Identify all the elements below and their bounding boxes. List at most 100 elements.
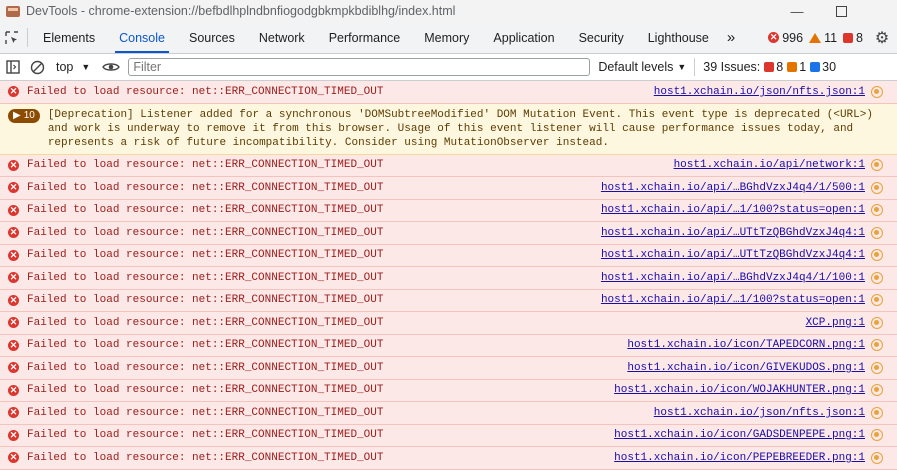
extension-source-icon (871, 384, 883, 397)
console-counters[interactable]: ✕ 996 11 8 (768, 22, 867, 53)
source-link[interactable]: host1.xchain.io/api/…1/100?status=open:1 (601, 294, 865, 306)
tab-label: Lighthouse (647, 30, 709, 45)
tab-application[interactable]: Application (481, 22, 566, 53)
warning-counter[interactable]: 11 (809, 31, 837, 45)
console-error-message[interactable]: ✕ Failed to load resource: net::ERR_CONN… (0, 312, 897, 335)
console-error-message[interactable]: ✕ Failed to load resource: net::ERR_CONN… (0, 447, 897, 470)
source-link[interactable]: host1.xchain.io/icon/TAPEDCORN.png:1 (627, 339, 865, 351)
tab-label: Sources (188, 30, 235, 45)
settings-gear-icon[interactable]: ⚙ (867, 22, 897, 53)
tab-performance[interactable]: Performance (317, 22, 413, 53)
warning-count: 11 (824, 30, 838, 45)
console-error-message[interactable]: ✕ Failed to load resource: net::ERR_CONN… (0, 222, 897, 245)
console-error-message[interactable]: ✕ Failed to load resource: net::ERR_CONN… (0, 402, 897, 425)
issues-counter[interactable]: 8 (843, 31, 863, 45)
inspect-element-icon[interactable] (0, 22, 24, 53)
more-tabs-icon: » (726, 29, 736, 46)
source-link[interactable]: host1.xchain.io/api/…BGhdVzxJ4q4/1/100:1 (601, 272, 865, 284)
console-error-message[interactable]: ✕ Failed to load resource: net::ERR_CONN… (0, 81, 897, 104)
error-icon: ✕ (8, 159, 19, 171)
sidebar-toggle-icon[interactable] (2, 56, 24, 78)
log-levels-dropdown[interactable]: Default levels ▼ (598, 58, 696, 76)
tab-label: Application (493, 30, 555, 45)
console-error-message[interactable]: ✕ Failed to load resource: net::ERR_CONN… (0, 379, 897, 402)
source-link[interactable]: host1.xchain.io/api/…1/100?status=open:1 (601, 204, 865, 216)
more-tabs-button[interactable]: » (721, 22, 741, 53)
tab-label: Security (578, 30, 624, 45)
source-link[interactable]: host1.xchain.io/api/…UTtTzQBGhdVzxJ4q4:1 (601, 249, 865, 261)
tabbar-divider (27, 28, 28, 47)
console-error-message[interactable]: ✕ Failed to load resource: net::ERR_CONN… (0, 334, 897, 357)
error-icon: ✕ (8, 317, 19, 329)
error-count: 996 (782, 30, 804, 45)
error-icon: ✕ (8, 86, 19, 98)
source-link[interactable]: host1.xchain.io/json/nfts.json:1 (654, 407, 865, 419)
extension-source-icon (871, 316, 883, 329)
tab-label: Elements (43, 30, 96, 45)
issues-label: 39 Issues: (703, 60, 761, 74)
issues-summary[interactable]: 39 Issues: 8 1 30 (695, 60, 836, 74)
message-text: Failed to load resource: net::ERR_CONNEC… (27, 159, 384, 172)
window-title: DevTools - chrome-extension://befbdlhpln… (26, 4, 456, 18)
console-warning-message[interactable]: ▶ 10 [Deprecation] Listener added for a … (0, 103, 897, 155)
console-error-message[interactable]: ✕ Failed to load resource: net::ERR_CONN… (0, 267, 897, 290)
message-text: Failed to load resource: net::ERR_CONNEC… (27, 384, 384, 397)
tab-security[interactable]: Security (567, 22, 636, 53)
tab-elements[interactable]: Elements (31, 22, 107, 53)
message-text: [Deprecation] Listener added for a synch… (47, 108, 873, 149)
live-expression-eye-icon[interactable] (100, 56, 122, 78)
tab-network[interactable]: Network (247, 22, 317, 53)
minimize-button[interactable]: — (777, 0, 817, 22)
source-link[interactable]: host1.xchain.io/icon/PEPEBREEDER.png:1 (614, 452, 865, 464)
console-error-message[interactable]: ✕ Failed to load resource: net::ERR_CONN… (0, 289, 897, 312)
message-text: Failed to load resource: net::ERR_CONNEC… (27, 85, 384, 98)
extension-source-icon (871, 406, 883, 419)
source-link[interactable]: host1.xchain.io/icon/WOJAKHUNTER.png:1 (614, 384, 865, 396)
message-text: Failed to load resource: net::ERR_CONNEC… (27, 429, 384, 442)
source-link[interactable]: host1.xchain.io/icon/GIVEKUDOS.png:1 (627, 362, 865, 374)
extension-source-icon (871, 204, 883, 217)
issues-warnings: 1 (787, 60, 806, 74)
error-icon: ✕ (8, 452, 19, 464)
console-error-message[interactable]: ✕ Failed to load resource: net::ERR_CONN… (0, 154, 897, 177)
issues-errors-count: 8 (776, 60, 784, 74)
error-counter[interactable]: ✕ 996 (768, 31, 803, 45)
repeat-count-badge[interactable]: ▶ 10 (8, 108, 40, 123)
source-link[interactable]: host1.xchain.io/api/…BGhdVzxJ4q4/1/500:1 (601, 182, 865, 194)
issues-errors: 8 (764, 60, 783, 74)
source-link[interactable]: host1.xchain.io/api/network:1 (674, 159, 865, 171)
tab-memory[interactable]: Memory (412, 22, 481, 53)
filter-input[interactable] (128, 58, 591, 76)
issues-warnings-count: 1 (799, 60, 807, 74)
console-toolbar: top ▼ Default levels ▼ 39 Issues: 8 1 30 (0, 54, 897, 81)
console-error-message[interactable]: ✕ Failed to load resource: net::ERR_CONN… (0, 244, 897, 267)
error-icon: ✕ (8, 362, 19, 374)
issue-warning-icon (787, 62, 798, 72)
console-error-message[interactable]: ✕ Failed to load resource: net::ERR_CONN… (0, 177, 897, 200)
source-link[interactable]: host1.xchain.io/icon/GADSDENPEPE.png:1 (614, 429, 865, 441)
tab-sources[interactable]: Sources (177, 22, 247, 53)
console-error-message[interactable]: ✕ Failed to load resource: net::ERR_CONN… (0, 357, 897, 380)
error-icon: ✕ (8, 407, 19, 419)
error-icon: ✕ (8, 294, 19, 306)
console-error-message[interactable]: ✕ Failed to load resource: net::ERR_CONN… (0, 199, 897, 222)
context-selector[interactable]: top ▼ (48, 60, 98, 74)
message-text: Failed to load resource: net::ERR_CONNEC… (27, 361, 384, 374)
extension-source-icon (871, 451, 883, 464)
extension-source-icon (871, 181, 883, 194)
issues-info-count: 30 (822, 60, 837, 74)
repeat-count: 10 (23, 110, 35, 121)
error-icon: ✕ (8, 384, 19, 396)
issues-icon (843, 32, 854, 43)
window-titlebar: DevTools - chrome-extension://befbdlhpln… (0, 0, 897, 22)
clear-console-icon[interactable] (26, 56, 48, 78)
source-link[interactable]: host1.xchain.io/api/…UTtTzQBGhdVzxJ4q4:1 (601, 227, 865, 239)
console-error-message[interactable]: ✕ Failed to load resource: net::ERR_CONN… (0, 424, 897, 447)
source-link[interactable]: XCP.png:1 (806, 317, 865, 329)
tab-lighthouse[interactable]: Lighthouse (636, 22, 721, 53)
message-text: Failed to load resource: net::ERR_CONNEC… (27, 339, 384, 352)
tab-console[interactable]: Console (107, 22, 177, 53)
source-link[interactable]: host1.xchain.io/json/nfts.json:1 (654, 86, 865, 98)
maximize-button[interactable] (821, 0, 861, 22)
error-icon: ✕ (8, 339, 19, 351)
